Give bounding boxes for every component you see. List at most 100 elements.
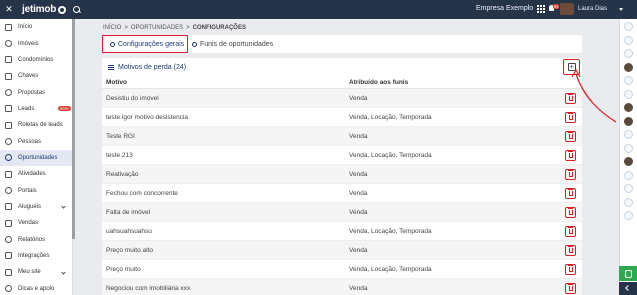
sidebar-item-meu-site[interactable]: Meu site <box>0 264 72 280</box>
user-name[interactable]: Laura Dias <box>578 6 607 12</box>
sidebar-item-relatórios[interactable]: Relatórios <box>0 231 72 247</box>
breadcrumb-home[interactable]: INÍCIO <box>103 25 121 31</box>
sidebar-item-início[interactable]: Início <box>0 19 72 35</box>
delete-button[interactable] <box>565 245 576 256</box>
contact-icon[interactable] <box>624 184 633 193</box>
contact-avatar[interactable] <box>624 116 633 126</box>
delete-button[interactable] <box>565 169 576 180</box>
close-icon[interactable]: ✕ <box>0 4 18 15</box>
sidebar-item-label: Condomínios <box>18 56 54 63</box>
trash-icon <box>568 132 573 139</box>
sidebar-item-label: Relatórios <box>18 236 46 243</box>
sidebar-item-propostas[interactable]: Propostas <box>0 84 72 100</box>
contact-avatar[interactable] <box>624 157 633 166</box>
sidebar-item-label: Roletas de leads <box>18 122 63 129</box>
avatar[interactable] <box>560 3 574 15</box>
contact-icon[interactable] <box>624 130 633 139</box>
panel-header: Motivos de perda (24) <box>102 58 582 76</box>
reason-cell: Fechou com concorrente <box>106 189 178 197</box>
sidebar-item-portais[interactable]: Portais <box>0 182 72 198</box>
contact-icon[interactable] <box>624 211 633 220</box>
sidebar-scrollbar[interactable] <box>72 19 75 239</box>
loss-reasons-panel: Motivos de perda (24) + Motivo Atribuído… <box>102 58 582 295</box>
logo[interactable]: jetimob <box>22 4 67 15</box>
contact-icon[interactable] <box>624 170 633 180</box>
funnels-cell: Venda <box>349 170 368 178</box>
breadcrumb-current: CONFIGURAÇÕES <box>192 25 246 31</box>
sidebar-item-atividades[interactable]: Atividades <box>0 166 72 182</box>
sidebar-item-oportunidades[interactable]: Oportunidades <box>0 149 72 167</box>
tab-opportunity-funnels[interactable]: Funis de oportunidades <box>192 35 273 53</box>
sidebar-item-label: Chaves <box>18 73 39 80</box>
reason-cell: Falta de imóvel <box>106 208 151 216</box>
tab-label: Funis de oportunidades <box>200 40 274 48</box>
column-header-funnels: Atribuído aos funis <box>349 78 409 86</box>
search-icon[interactable] <box>72 5 82 15</box>
chat-icon[interactable] <box>619 266 637 281</box>
sidebar-item-integrações[interactable]: Integrações <box>0 248 72 264</box>
table-row: Preço muito Venda, Locação, Temporada <box>102 260 582 279</box>
trash-icon <box>568 208 573 215</box>
sidebar-item-condomínios[interactable]: Condomínios <box>0 52 72 68</box>
sidebar-item-roletas-de-leads[interactable]: Roletas de leads <box>0 117 72 133</box>
delete-button[interactable] <box>565 283 576 294</box>
funnels-cell: Venda, Locação, Temporada <box>349 265 432 273</box>
home-icon <box>5 23 12 31</box>
delete-button[interactable] <box>565 207 576 218</box>
contact-avatar[interactable] <box>624 62 633 72</box>
integration-icon <box>5 252 12 260</box>
breadcrumb-separator: > <box>186 25 190 31</box>
delete-button[interactable] <box>565 188 576 199</box>
delete-button[interactable] <box>565 150 576 161</box>
chevron-down-icon[interactable] <box>61 270 66 275</box>
delete-button[interactable] <box>565 264 576 275</box>
company-name[interactable]: Empresa Exemplo <box>476 5 533 12</box>
notification-badge: 99 <box>553 4 560 9</box>
breadcrumb-opportunities[interactable]: OPORTUNIDADES <box>131 25 183 31</box>
sidebar: Início Imóveis Condomínios Chaves Propostas L… <box>0 19 75 295</box>
reason-cell: Preço muito <box>106 265 141 273</box>
sidebar-item-chaves[interactable]: Chaves <box>0 68 72 84</box>
contact-icon[interactable] <box>624 76 633 85</box>
building-icon <box>5 40 12 48</box>
delete-button[interactable] <box>565 226 576 237</box>
right-rail <box>619 19 637 295</box>
leads-icon <box>5 105 12 113</box>
tab-bar: Configurações gerais Funis de oportunida… <box>102 35 582 53</box>
chevron-down-icon[interactable] <box>619 8 623 11</box>
help-icon <box>5 285 12 293</box>
reason-cell: Reativação <box>106 170 139 178</box>
sidebar-item-aluguéis[interactable]: Aluguéis <box>0 199 72 215</box>
contact-icon[interactable] <box>624 143 633 153</box>
column-header-reason: Motivo <box>106 78 127 86</box>
sidebar-item-imóveis[interactable]: Imóveis <box>0 35 72 51</box>
funnel-icon <box>192 41 197 47</box>
list-icon <box>108 64 114 70</box>
contact-icon[interactable] <box>624 35 633 45</box>
logo-text: jetimob <box>22 4 57 15</box>
delete-button[interactable] <box>565 131 576 142</box>
tab-general-settings[interactable]: Configurações gerais <box>102 35 188 53</box>
sidebar-item-pessoas[interactable]: Pessoas <box>0 133 72 149</box>
table-body: Desistiu do imovel Venda teste igor motivo… <box>102 89 582 295</box>
globe-icon <box>5 268 12 276</box>
sales-icon <box>5 219 12 227</box>
trash-icon <box>568 284 573 291</box>
top-bar: ✕ jetimob Empresa Exemplo 99 Laura Dias <box>0 0 637 19</box>
sidebar-item-vendas[interactable]: Vendas <box>0 215 72 231</box>
sidebar-item-dicas-e-apoio[interactable]: Dicas e apoio <box>0 281 72 295</box>
contact-avatar[interactable] <box>624 103 633 112</box>
collapse-icon[interactable] <box>619 282 637 295</box>
sidebar-nav: Início Imóveis Condomínios Chaves Propostas L… <box>0 19 72 295</box>
sidebar-item-leads[interactable]: Leads 999+ <box>0 101 72 117</box>
contact-icon[interactable] <box>624 22 633 31</box>
contact-icon[interactable] <box>624 197 633 207</box>
contact-icon[interactable] <box>624 49 633 58</box>
logo-mark-icon <box>58 5 67 14</box>
condo-icon <box>5 56 12 64</box>
apps-grid-icon[interactable] <box>537 5 545 13</box>
chevron-down-icon[interactable] <box>61 204 66 210</box>
contact-icon[interactable] <box>624 89 633 99</box>
table-row: Teste RGI Venda <box>102 127 582 146</box>
table-header: Motivo Atribuído aos funis <box>102 76 582 89</box>
